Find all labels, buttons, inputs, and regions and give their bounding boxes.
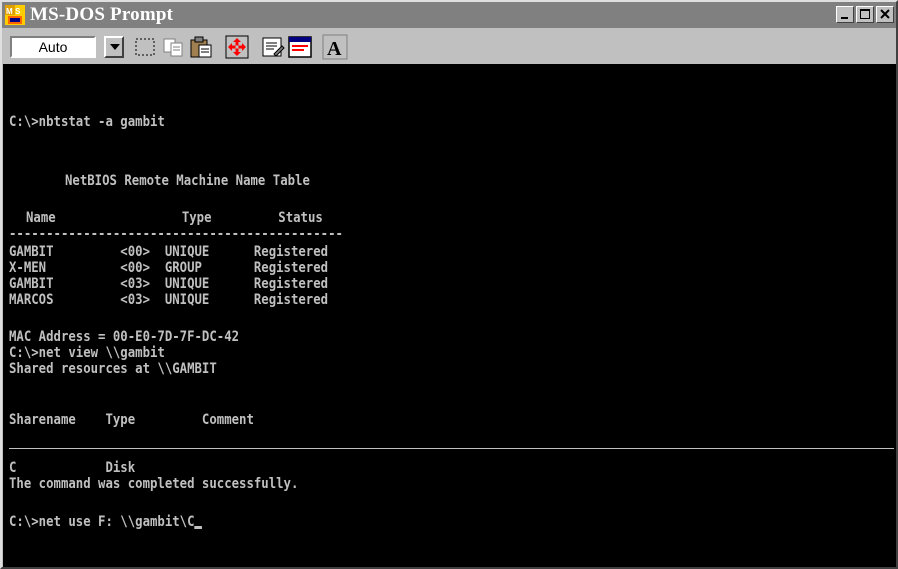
close-button[interactable] xyxy=(876,6,894,23)
terminal-output[interactable]: C:\>nbtstat -a gambit NetBIOS Remote Mac… xyxy=(3,64,896,567)
terminal-line: Shared resources at \\GAMBIT xyxy=(9,361,217,377)
svg-text:S: S xyxy=(15,7,21,16)
ms-dos-prompt-window: M S MS-DOS Prompt Auto A C:\>nbtstat -a … xyxy=(0,0,898,569)
terminal-line: C Disk xyxy=(9,460,136,476)
font-size-value: Auto xyxy=(38,39,68,55)
terminal-line: Sharename Type Comment xyxy=(9,412,254,428)
terminal-line: C:\>net view \\gambit xyxy=(9,345,165,361)
toolbar: Auto A xyxy=(2,28,896,64)
svg-text:M: M xyxy=(6,7,13,16)
terminal-line: C:\>nbtstat -a gambit xyxy=(9,114,165,130)
chevron-down-icon[interactable] xyxy=(104,36,124,58)
terminal-line: Name Type Status xyxy=(26,210,323,226)
ms-dos-icon: M S xyxy=(5,5,25,25)
maximize-icon xyxy=(860,9,870,19)
background-icon[interactable] xyxy=(287,34,313,60)
copy-icon[interactable] xyxy=(160,34,186,60)
terminal-line: C:\>net use F: \\gambit\C xyxy=(9,514,195,530)
paste-icon[interactable] xyxy=(188,34,214,60)
properties-icon[interactable] xyxy=(260,34,286,60)
font-icon[interactable]: A xyxy=(322,34,348,60)
terminal-line: GAMBIT <03> UNIQUE Registered xyxy=(9,276,329,292)
minimize-button[interactable] xyxy=(836,6,854,23)
fullscreen-icon[interactable] xyxy=(224,34,250,60)
terminal-line: MARCOS <03> UNIQUE Registered xyxy=(9,292,329,308)
terminal-line: GAMBIT <00> UNIQUE Registered xyxy=(9,244,329,260)
minimize-icon xyxy=(841,17,848,19)
divider xyxy=(9,448,894,449)
command-prompt-line: C:\>net use F: \\gambit\C xyxy=(9,514,203,530)
font-size-select[interactable]: Auto xyxy=(10,36,96,58)
close-icon xyxy=(880,9,890,19)
terminal-line: X-MEN <00> GROUP Registered xyxy=(9,260,329,276)
terminal-line: MAC Address = 00-E0-7D-7F-DC-42 xyxy=(9,329,240,345)
mark-icon[interactable] xyxy=(132,34,158,60)
terminal-line: ----------------------------------------… xyxy=(9,226,343,242)
text-cursor xyxy=(194,526,203,529)
terminal-line: The command was completed successfully. xyxy=(9,476,299,492)
terminal-line: NetBIOS Remote Machine Name Table xyxy=(65,173,310,189)
svg-text:A: A xyxy=(327,38,342,60)
title-buttons xyxy=(836,6,894,23)
window-title: MS-DOS Prompt xyxy=(30,4,174,25)
title-bar[interactable]: M S MS-DOS Prompt xyxy=(2,2,896,28)
maximize-button[interactable] xyxy=(856,6,874,23)
